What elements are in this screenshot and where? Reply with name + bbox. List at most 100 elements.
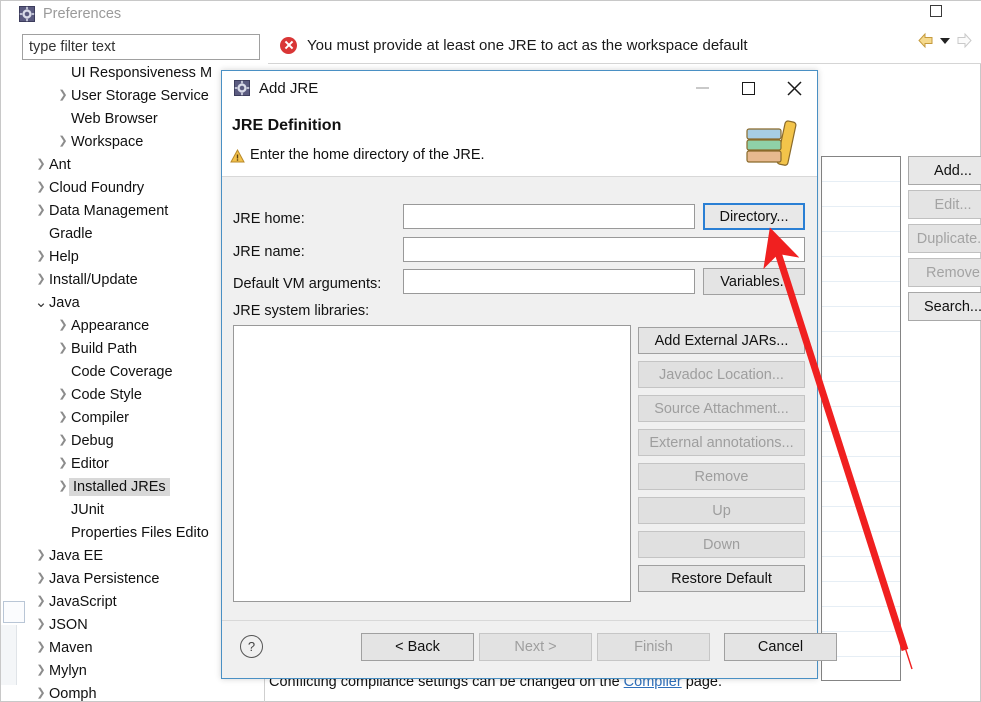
table-row[interactable] bbox=[822, 332, 900, 357]
tree-item-label: JavaScript bbox=[49, 593, 117, 610]
chevron-right-icon[interactable]: ❯ bbox=[33, 642, 49, 653]
add-jre-dialog: Add JRE JRE Definition Enter the home di… bbox=[221, 70, 837, 679]
tree-item-label: Build Path bbox=[71, 340, 138, 357]
table-row[interactable] bbox=[822, 507, 900, 532]
table-row[interactable] bbox=[822, 457, 900, 482]
dialog-titlebar: Add JRE bbox=[222, 71, 817, 105]
prefs-button-search[interactable]: Search... bbox=[908, 292, 981, 321]
library-button-restore-default[interactable]: Restore Default bbox=[638, 565, 805, 592]
chevron-right-icon[interactable]: ❯ bbox=[55, 458, 71, 469]
library-button-external-annotations: External annotations... bbox=[638, 429, 805, 456]
table-row[interactable] bbox=[822, 482, 900, 507]
table-row[interactable] bbox=[822, 582, 900, 607]
table-row[interactable] bbox=[822, 307, 900, 332]
jre-system-libraries-list[interactable] bbox=[233, 325, 631, 602]
library-button-add-external-jars[interactable]: Add External JARs... bbox=[638, 327, 805, 354]
table-row[interactable] bbox=[822, 257, 900, 282]
chevron-right-icon[interactable]: ❯ bbox=[33, 205, 49, 216]
chevron-right-icon[interactable]: ❯ bbox=[55, 90, 71, 101]
dialog-close-button[interactable] bbox=[771, 71, 817, 105]
table-row[interactable] bbox=[822, 557, 900, 582]
chevron-right-icon[interactable]: ❯ bbox=[33, 550, 49, 561]
wizard-button-back[interactable]: < Back bbox=[361, 633, 474, 661]
chevron-right-icon[interactable]: ❯ bbox=[55, 320, 71, 331]
table-row[interactable] bbox=[822, 157, 900, 182]
history-nav-group[interactable] bbox=[916, 31, 974, 50]
tree-item-label: Cloud Foundry bbox=[49, 179, 145, 196]
left-edge-strip bbox=[1, 625, 17, 685]
library-buttons-column: Add External JARs... Javadoc Location... S… bbox=[638, 327, 805, 592]
table-row[interactable] bbox=[822, 182, 900, 207]
nav-back-icon[interactable] bbox=[916, 31, 935, 50]
jre-home-input[interactable] bbox=[403, 204, 695, 229]
prefs-button-duplicate: Duplicate... bbox=[908, 224, 981, 253]
tree-item-label: Java bbox=[49, 294, 80, 311]
jre-name-input[interactable] bbox=[403, 237, 805, 262]
tree-item-label: Install/Update bbox=[49, 271, 138, 288]
library-button-down: Down bbox=[638, 531, 805, 558]
tree-item-label: JUnit bbox=[71, 501, 105, 518]
tree-item-label: Code Coverage bbox=[71, 363, 173, 380]
table-row[interactable] bbox=[822, 432, 900, 457]
table-row[interactable] bbox=[822, 407, 900, 432]
table-row[interactable] bbox=[822, 357, 900, 382]
dialog-separator bbox=[222, 620, 817, 621]
help-question-icon[interactable]: ? bbox=[240, 635, 263, 658]
tree-item-label: Appearance bbox=[71, 317, 150, 334]
search-input[interactable] bbox=[22, 34, 260, 60]
prefs-button-remove: Remove bbox=[908, 258, 981, 287]
chevron-right-icon[interactable]: ❯ bbox=[33, 182, 49, 193]
window-maximize-button[interactable] bbox=[926, 1, 946, 21]
dialog-title: Add JRE bbox=[259, 79, 319, 97]
tree-item-label: User Storage Service bbox=[71, 87, 209, 104]
dialog-header: JRE Definition Enter the home directory … bbox=[222, 105, 817, 177]
wizard-button-cancel[interactable]: Cancel bbox=[724, 633, 837, 661]
chevron-down-icon[interactable] bbox=[940, 37, 950, 44]
chevron-right-icon[interactable]: ❯ bbox=[33, 274, 49, 285]
chevron-right-icon[interactable]: ❯ bbox=[33, 251, 49, 262]
variables-button[interactable]: Variables.. bbox=[703, 268, 805, 295]
tree-item-label: Ant bbox=[49, 156, 71, 173]
directory-button[interactable]: Directory... bbox=[703, 203, 805, 230]
jre-system-libraries-label: JRE system libraries: bbox=[233, 303, 370, 319]
dialog-minimize-button[interactable] bbox=[679, 71, 725, 105]
vm-arguments-label: Default VM arguments: bbox=[233, 275, 382, 292]
table-row[interactable] bbox=[822, 607, 900, 632]
chevron-right-icon[interactable]: ❯ bbox=[33, 688, 49, 699]
chevron-right-icon[interactable]: ❯ bbox=[33, 665, 49, 676]
chevron-right-icon[interactable]: ❯ bbox=[55, 389, 71, 400]
prefs-button-add[interactable]: Add... bbox=[908, 156, 981, 185]
tree-item-label: Oomph bbox=[49, 685, 97, 702]
error-circle-icon bbox=[280, 36, 297, 54]
chevron-down-icon[interactable]: ⌄ bbox=[33, 295, 49, 310]
chevron-right-icon[interactable]: ❯ bbox=[55, 435, 71, 446]
tree-item-label: Data Management bbox=[49, 202, 169, 219]
chevron-right-icon[interactable]: ❯ bbox=[33, 159, 49, 170]
chevron-right-icon[interactable]: ❯ bbox=[55, 343, 71, 354]
chevron-right-icon[interactable]: ❯ bbox=[55, 412, 71, 423]
table-row[interactable] bbox=[822, 207, 900, 232]
jre-home-row: JRE home: bbox=[233, 206, 305, 231]
tree-item-oomph[interactable]: ❯ Oomph bbox=[21, 682, 271, 702]
table-row[interactable] bbox=[822, 532, 900, 557]
chevron-right-icon[interactable]: ❯ bbox=[33, 596, 49, 607]
table-row[interactable] bbox=[822, 232, 900, 257]
maximize-icon bbox=[741, 81, 755, 95]
tree-item-label: Web Browser bbox=[71, 110, 158, 127]
nav-forward-icon bbox=[955, 31, 974, 50]
jre-name-row: JRE name: bbox=[233, 239, 305, 264]
tree-item-label: Code Style bbox=[71, 386, 142, 403]
vm-args-row: Default VM arguments: bbox=[233, 271, 381, 296]
chevron-right-icon[interactable]: ❯ bbox=[33, 619, 49, 630]
preferences-gear-icon bbox=[19, 6, 35, 22]
preferences-titlebar: Preferences bbox=[1, 1, 981, 27]
tree-item-label: JSON bbox=[49, 616, 88, 633]
vm-arguments-input[interactable] bbox=[403, 269, 695, 294]
installed-jres-table[interactable] bbox=[821, 156, 901, 681]
chevron-right-icon[interactable]: ❯ bbox=[55, 136, 71, 147]
dialog-maximize-button[interactable] bbox=[725, 71, 771, 105]
table-row[interactable] bbox=[822, 282, 900, 307]
chevron-right-icon[interactable]: ❯ bbox=[33, 573, 49, 584]
table-row[interactable] bbox=[822, 382, 900, 407]
tree-item-label: Installed JREs bbox=[69, 477, 170, 496]
